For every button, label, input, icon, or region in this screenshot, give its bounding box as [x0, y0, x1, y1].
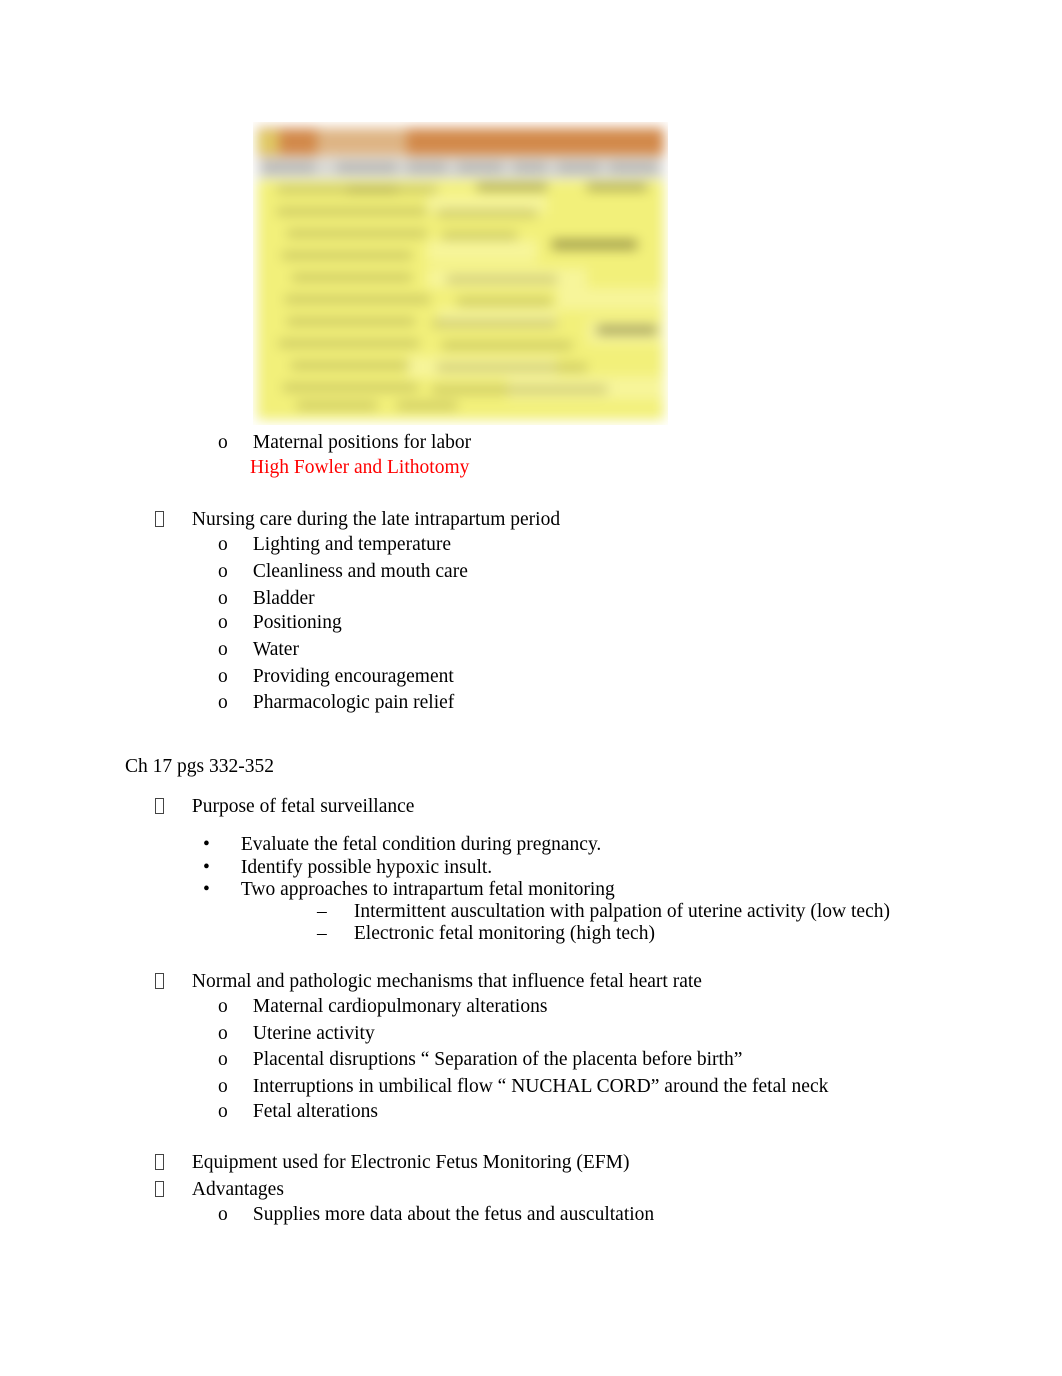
- circle-bullet-icon: o: [218, 1076, 228, 1097]
- circle-bullet-icon: o: [218, 692, 228, 713]
- document-page: o Maternal positions for labor High Fowl…: [0, 0, 1062, 1376]
- sub-list-item: – Electronic fetal monitoring (high tech…: [317, 923, 655, 945]
- heading-label: Normal and pathologic mechanisms that in…: [191, 971, 702, 992]
- list-item: o Water: [218, 639, 299, 661]
- box-bullet-icon: [155, 798, 164, 814]
- circle-bullet-icon: o: [218, 1204, 228, 1225]
- list-item: o Interruptions in umbilical flow “ NUCH…: [218, 1076, 828, 1098]
- circle-bullet-icon: o: [218, 588, 228, 609]
- figure-highlighted-body: [257, 180, 664, 420]
- list-item-label: Placental disruptions “ Separation of th…: [252, 1049, 743, 1070]
- box-bullet-icon: [155, 973, 164, 989]
- list-item-label: Maternal cardiopulmonary alterations: [252, 996, 548, 1017]
- list-item: o Uterine activity: [218, 1023, 375, 1045]
- list-item-label: Water: [252, 639, 299, 660]
- list-item: o Positioning: [218, 612, 342, 634]
- list-item: • Evaluate the fetal condition during pr…: [203, 834, 601, 856]
- circle-bullet-icon: o: [218, 996, 228, 1017]
- circle-bullet-icon: o: [218, 639, 228, 660]
- sub-list-item: – Intermittent auscultation with palpati…: [317, 901, 890, 923]
- circle-bullet-icon: o: [218, 612, 228, 633]
- circle-bullet-icon: o: [218, 1049, 228, 1070]
- figure-subtitle-bar: [257, 158, 664, 178]
- round-bullet-icon: •: [203, 857, 210, 878]
- circle-bullet-icon: o: [218, 534, 228, 555]
- list-item: o Maternal cardiopulmonary alterations: [218, 996, 547, 1018]
- list-item-label: Supplies more data about the fetus and a…: [252, 1204, 655, 1225]
- box-bullet-icon: [155, 511, 164, 527]
- list-item-label: Cleanliness and mouth care: [252, 561, 468, 582]
- box-bullet-icon: [155, 1181, 164, 1197]
- figure-blur-layer: [253, 122, 668, 425]
- list-item: o Lighting and temperature: [218, 534, 451, 556]
- list-item-label: Interruptions in umbilical flow “ NUCHAL…: [252, 1076, 829, 1097]
- list-item: o Bladder: [218, 588, 315, 610]
- sub-list-item-label: Intermittent auscultation with palpation…: [353, 901, 890, 922]
- list-item: o Supplies more data about the fetus and…: [218, 1204, 654, 1226]
- list-item-label: Lighting and temperature: [252, 534, 452, 555]
- heading-label: Equipment used for Electronic Fetus Moni…: [191, 1152, 630, 1173]
- list-item: o Placental disruptions “ Separation of …: [218, 1049, 742, 1071]
- list-item: o Providing encouragement: [218, 666, 454, 688]
- circle-bullet-icon: o: [218, 666, 228, 687]
- answer-maternal-positions: High Fowler and Lithotomy: [250, 457, 470, 478]
- list-item: • Identify possible hypoxic insult.: [203, 857, 492, 879]
- list-item-label: Identify possible hypoxic insult.: [240, 857, 493, 878]
- list-item-label: Providing encouragement: [252, 666, 454, 687]
- box-bullet-icon: [155, 1154, 164, 1170]
- circle-bullet-icon: o: [218, 1023, 228, 1044]
- list-item: o Pharmacologic pain relief: [218, 692, 454, 714]
- list-item-label: Fetal alterations: [252, 1101, 378, 1122]
- heading-late-intrapartum: Nursing care during the late intrapartum…: [155, 509, 560, 531]
- dash-bullet-icon: –: [317, 923, 327, 944]
- list-item-label: Uterine activity: [252, 1023, 375, 1044]
- heading-label: Advantages: [191, 1179, 284, 1200]
- list-item-label: Maternal positions for labor: [252, 432, 472, 453]
- circle-bullet-icon: o: [218, 561, 228, 582]
- list-item-label: Bladder: [252, 588, 315, 609]
- circle-bullet-icon: o: [218, 432, 228, 453]
- heading-fetal-surveillance: Purpose of fetal surveillance: [155, 796, 414, 818]
- chapter-heading: Ch 17 pgs 332-352: [125, 756, 274, 777]
- dash-bullet-icon: –: [317, 901, 327, 922]
- list-item-label: Positioning: [252, 612, 342, 633]
- list-item: • Two approaches to intrapartum fetal mo…: [203, 879, 615, 901]
- list-item: o Cleanliness and mouth care: [218, 561, 468, 583]
- list-item-maternal-positions: o Maternal positions for labor: [218, 432, 471, 454]
- heading-label: Nursing care during the late intrapartum…: [191, 509, 561, 530]
- list-item-label: Evaluate the fetal condition during preg…: [240, 834, 602, 855]
- heading-advantages: Advantages: [155, 1179, 284, 1201]
- sub-list-item-label: Electronic fetal monitoring (high tech): [353, 923, 655, 944]
- heading-label: Purpose of fetal surveillance: [191, 796, 415, 817]
- list-item: o Fetal alterations: [218, 1101, 378, 1123]
- round-bullet-icon: •: [203, 834, 210, 855]
- figure-title-bar: [257, 128, 664, 156]
- round-bullet-icon: •: [203, 879, 210, 900]
- embedded-screenshot-figure: [253, 122, 668, 425]
- heading-efm-equipment: Equipment used for Electronic Fetus Moni…: [155, 1152, 629, 1174]
- list-item-label: Two approaches to intrapartum fetal moni…: [240, 879, 615, 900]
- list-item-label: Pharmacologic pain relief: [252, 692, 455, 713]
- heading-fhr-mechanisms: Normal and pathologic mechanisms that in…: [155, 971, 702, 993]
- circle-bullet-icon: o: [218, 1101, 228, 1122]
